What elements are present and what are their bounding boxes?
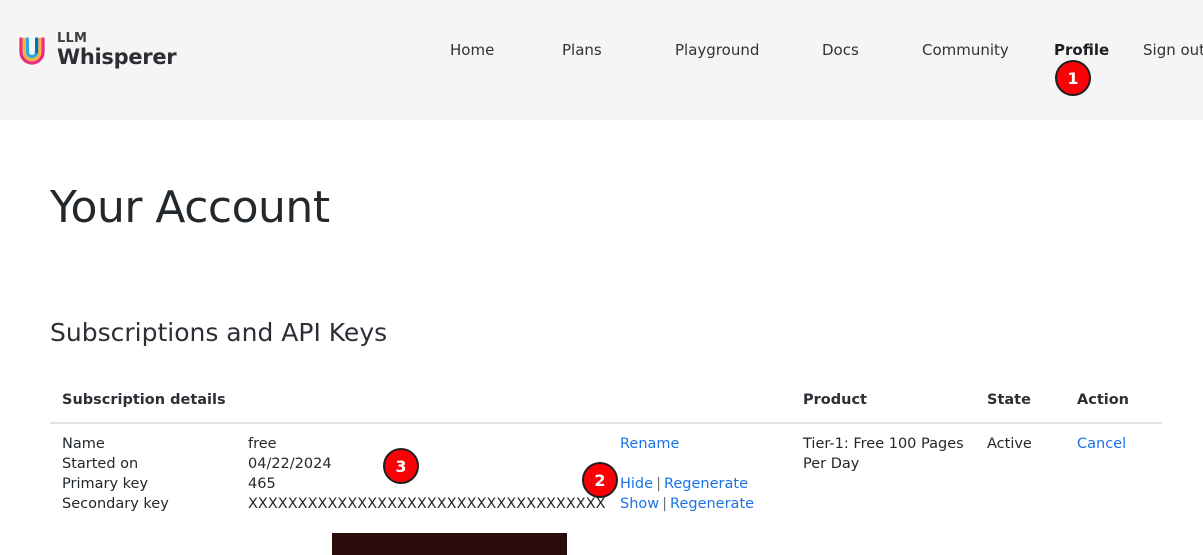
site-header: LLM Whisperer Home Plans Playground Docs… [0,0,1203,120]
section-title-subscriptions: Subscriptions and API Keys [50,318,388,347]
column-header-product: Product [790,387,975,424]
step-badge-2: 2 [582,462,618,498]
table-head: Subscription details Product State Actio… [50,387,1162,424]
detail-value-primary-key: 465 [248,476,276,492]
link-separator: | [656,476,661,492]
cancel-subscription-link[interactable]: Cancel [1077,436,1126,452]
show-secondary-key-link[interactable]: Show [620,496,659,512]
brand-logo[interactable]: LLM Whisperer [16,31,177,69]
cell-product: Tier-1: Free 100 Pages Per Day [790,423,975,514]
link-separator: | [662,496,668,512]
detail-links-secondary-key: Show | Regenerate [620,494,790,514]
page-title: Your Account [50,182,330,233]
rename-link[interactable]: Rename [620,436,679,452]
nav-item-docs[interactable]: Docs [822,41,859,59]
brand-line-1: LLM [57,31,88,46]
table-header-row: Subscription details Product State Actio… [50,387,1162,424]
regenerate-primary-key-link[interactable]: Regenerate [664,476,748,492]
brand-wordmark: LLM Whisperer [57,31,177,69]
regenerate-secondary-key-link[interactable]: Regenerate [670,496,754,512]
nav-item-playground[interactable]: Playground [675,41,759,59]
column-header-action: Action [1067,387,1162,424]
nav-item-profile[interactable]: Profile [1054,41,1109,59]
brand-line-2: Whisperer [57,45,177,69]
nav-item-community[interactable]: Community [922,41,1009,59]
product-label: Tier-1: Free 100 Pages Per Day [803,436,964,472]
nav-item-plans[interactable]: Plans [562,41,602,59]
llm-whisperer-u-logo-icon [16,33,50,67]
detail-value-secondary-key: XXXXXXXXXXXXXXXXXXXXXXXXXXXXXXXXXXXX [248,496,606,512]
step-badge-3: 3 [383,448,419,484]
column-header-subscription-details: Subscription details [50,387,790,424]
step-badge-1: 1 [1055,60,1091,96]
nav-item-sign-out[interactable]: Sign out [1143,41,1203,59]
detail-label-secondary-key: Secondary key [62,496,169,512]
primary-key-redaction-bar [332,533,567,555]
cell-subscription-details: Name free Rename Started on 04/22/2024 P… [50,423,790,555]
detail-label-started-on: Started on [62,456,139,472]
column-header-state: State [975,387,1067,424]
cell-state: Active [975,423,1067,514]
detail-value-started-on: 04/22/2024 [248,456,332,472]
detail-label-name: Name [62,436,105,452]
cell-action: Cancel [1067,423,1162,514]
hide-primary-key-link[interactable]: Hide [620,476,653,492]
nav-item-home[interactable]: Home [450,41,494,59]
detail-links-name: Rename [620,434,790,454]
detail-links-started-on [620,454,790,474]
detail-value-name: free [248,436,277,452]
detail-label-primary-key: Primary key [62,476,149,492]
status-badge: Active [987,436,1032,452]
subscription-detail-grid: Name free Rename Started on 04/22/2024 P… [62,434,790,555]
detail-links-primary-key: Hide | Regenerate [620,474,790,494]
